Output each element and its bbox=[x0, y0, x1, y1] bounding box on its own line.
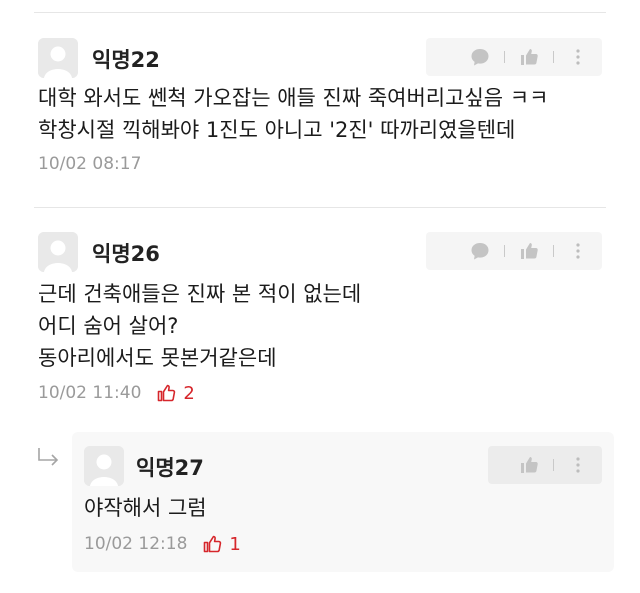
more-options-button[interactable] bbox=[564, 451, 592, 479]
comment-timestamp: 10/02 08:17 bbox=[38, 154, 142, 174]
reply-comment-button[interactable] bbox=[466, 237, 494, 265]
comment-meta: 10/02 11:40 2 bbox=[38, 382, 195, 404]
separator bbox=[553, 459, 554, 471]
avatar bbox=[38, 38, 78, 78]
like-comment-button[interactable] bbox=[515, 43, 543, 71]
comment-body: 대학 와서도 쎈척 가오잡는 애들 진짜 죽여버리고싶음 ㅋㅋ 학창시절 끽해봐… bbox=[38, 82, 548, 146]
like-count: 2 bbox=[155, 382, 195, 404]
top-divider bbox=[34, 12, 606, 13]
more-vertical-icon bbox=[576, 49, 580, 65]
speech-bubble-icon bbox=[471, 243, 489, 260]
comment-divider bbox=[34, 207, 606, 208]
default-avatar-icon bbox=[84, 446, 124, 486]
comment-author: 익명26 bbox=[92, 242, 160, 266]
reply-arrow-icon bbox=[38, 448, 59, 466]
comment-timestamp: 10/02 11:40 bbox=[38, 383, 142, 403]
reply-meta: 10/02 12:18 1 bbox=[84, 533, 241, 555]
default-avatar-icon bbox=[38, 38, 78, 78]
comment-body: 근데 건축애들은 진짜 본 적이 없는데 어디 숨어 살어? 동아리에서도 못본… bbox=[38, 278, 361, 374]
separator bbox=[553, 51, 554, 63]
comment-line: 동아리에서도 못본거같은데 bbox=[38, 346, 277, 370]
thumbs-up-outline-icon bbox=[158, 384, 176, 402]
comment-line: 근데 건축애들은 진짜 본 적이 없는데 bbox=[38, 282, 362, 306]
like-reply-button[interactable] bbox=[515, 451, 543, 479]
more-vertical-icon bbox=[576, 243, 580, 259]
comment-actions bbox=[426, 38, 602, 76]
thumbs-up-outline-icon bbox=[204, 535, 222, 553]
more-options-button[interactable] bbox=[564, 237, 592, 265]
reply-timestamp: 10/02 12:18 bbox=[84, 534, 188, 554]
separator bbox=[553, 245, 554, 257]
avatar bbox=[38, 232, 78, 272]
reply-author: 익명27 bbox=[136, 456, 204, 480]
comment-meta: 10/02 08:17 bbox=[38, 154, 141, 174]
like-count: 1 bbox=[201, 533, 241, 555]
default-avatar-icon bbox=[38, 232, 78, 272]
thumbs-up-icon bbox=[521, 243, 538, 259]
reply-line: 야작해서 그럼 bbox=[84, 496, 207, 520]
comment-line: 대학 와서도 쎈척 가오잡는 애들 진짜 죽여버리고싶음 ㅋㅋ bbox=[38, 86, 549, 110]
comment-line: 어디 숨어 살어? bbox=[38, 314, 179, 338]
separator bbox=[504, 245, 505, 257]
like-count-value: 1 bbox=[229, 533, 241, 555]
like-comment-button[interactable] bbox=[515, 237, 543, 265]
reply-comment-button[interactable] bbox=[466, 43, 494, 71]
like-count-value: 2 bbox=[183, 382, 195, 404]
thumbs-up-icon bbox=[521, 49, 538, 65]
separator bbox=[504, 51, 505, 63]
comment-actions bbox=[426, 232, 602, 270]
speech-bubble-icon bbox=[471, 49, 489, 66]
comment-line: 학창시절 끽해봐야 1진도 아니고 '2진' 따까리였을텐데 bbox=[38, 118, 516, 142]
reply-actions bbox=[488, 446, 602, 484]
reply-body: 야작해서 그럼 bbox=[84, 492, 207, 524]
more-options-button[interactable] bbox=[564, 43, 592, 71]
thumbs-up-icon bbox=[521, 457, 538, 473]
avatar bbox=[84, 446, 124, 486]
more-vertical-icon bbox=[576, 457, 580, 473]
comment-author: 익명22 bbox=[92, 48, 160, 72]
